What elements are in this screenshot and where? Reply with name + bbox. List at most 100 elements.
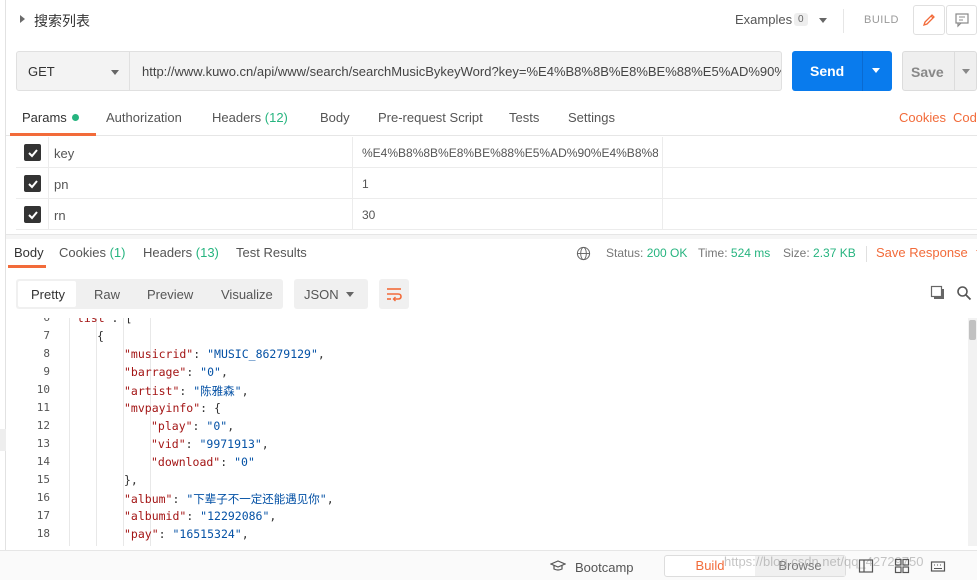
tab-headers[interactable]: Headers (12) [212, 110, 288, 125]
tab-params-label: Params [22, 110, 67, 125]
send-button[interactable]: Send [792, 51, 892, 91]
tab-response-body[interactable]: Body [14, 245, 44, 260]
param-key[interactable]: pn [54, 177, 68, 192]
tab-response-headers[interactable]: Headers (13) [143, 245, 219, 260]
examples-dropdown-icon[interactable] [819, 18, 827, 23]
code-line: 15}, [6, 471, 968, 489]
save-response-label: Save Response [876, 245, 968, 260]
graduation-cap-icon [550, 560, 566, 571]
line-number: 16 [36, 491, 50, 504]
column-divider [352, 168, 353, 199]
column-divider [352, 137, 353, 168]
code-line: 8 "musicrid": "MUSIC_86279129", [6, 345, 968, 363]
code-text: "artist": "陈雅森", [124, 384, 249, 398]
code-text: "mvpayinfo": { [124, 401, 221, 415]
cookies-link[interactable]: Cookies [899, 110, 946, 125]
response-format-tabs: Pretty Raw Preview Visualize [16, 279, 283, 309]
copy-icon[interactable] [930, 285, 946, 301]
param-checkbox[interactable] [24, 175, 41, 192]
bootcamp-link[interactable]: Bootcamp [575, 560, 634, 575]
param-value[interactable]: %E4%B8%8B%E8%BE%88%E5%AD%90%E4%B8%8... [362, 146, 658, 160]
code-text: "vid": "9971913", [151, 437, 269, 451]
examples-count-badge: 0 [794, 13, 808, 26]
params-active-dot [71, 114, 79, 121]
time-label: Time: [698, 246, 728, 260]
line-number: 10 [36, 383, 50, 396]
code-line: 17 "albumid": "12292086", [6, 507, 968, 525]
code-line: 12 "play": "0", [6, 417, 968, 435]
language-select[interactable]: JSON [294, 279, 368, 309]
active-tab-underline [8, 265, 46, 268]
line-number: 18 [36, 527, 50, 540]
send-divider [862, 51, 863, 91]
tab-body[interactable]: Body [320, 110, 350, 125]
size-value: 2.37 KB [813, 246, 856, 260]
scrollbar-thumb[interactable] [969, 320, 976, 340]
comment-icon [954, 13, 969, 28]
param-key[interactable]: key [54, 146, 74, 161]
tab-tests[interactable]: Tests [509, 110, 539, 125]
search-icon[interactable] [956, 285, 972, 301]
comments-button[interactable] [946, 5, 977, 35]
method-select[interactable]: GET [16, 51, 130, 91]
line-number: 8 [43, 347, 50, 360]
header-divider [843, 9, 844, 33]
line-number: 9 [43, 365, 50, 378]
save-response-button[interactable]: Save Response [876, 245, 977, 260]
param-value[interactable]: 30 [362, 208, 658, 222]
active-tab-underline [10, 133, 96, 136]
column-divider [662, 168, 663, 199]
tab-headers-label: Headers [212, 110, 262, 125]
response-tabs: Body Cookies (1) Headers (13) Test Resul… [6, 239, 977, 269]
tab-authorization[interactable]: Authorization [106, 110, 182, 125]
send-label: Send [810, 63, 845, 79]
column-divider [662, 199, 663, 230]
examples-label[interactable]: Examples [735, 12, 792, 27]
expand-caret-icon[interactable] [20, 15, 25, 23]
wrap-lines-button[interactable] [379, 279, 409, 309]
two-pane-icon[interactable] [858, 558, 874, 574]
keyboard-shortcuts-icon[interactable] [930, 558, 946, 574]
param-value[interactable]: 1 [362, 177, 658, 191]
code-link[interactable]: Code [953, 110, 977, 125]
send-options-chevron-icon[interactable] [872, 68, 880, 73]
save-options-chevron-icon[interactable] [962, 69, 970, 74]
response-body-editor[interactable]: 6"list": [7{8"musicrid": "MUSIC_86279129… [6, 318, 968, 546]
format-pretty[interactable]: Pretty [31, 287, 65, 302]
param-checkbox[interactable] [24, 144, 41, 161]
tab-params[interactable]: Params [22, 110, 79, 125]
request-header: 搜索列表 Examples 0 BUILD [6, 0, 977, 42]
column-divider [352, 199, 353, 230]
url-input[interactable]: http://www.kuwo.cn/api/www/search/search… [130, 51, 782, 91]
tab-resp-headers-label: Headers [143, 245, 193, 260]
format-raw[interactable]: Raw [94, 287, 120, 302]
globe-icon[interactable] [576, 246, 591, 261]
status-value: 200 OK [646, 246, 688, 260]
language-value: JSON [304, 287, 339, 302]
save-button[interactable]: Save [902, 51, 977, 91]
edit-button[interactable] [913, 5, 945, 35]
tab-settings[interactable]: Settings [568, 110, 615, 125]
layout-icon[interactable] [894, 558, 910, 574]
code-line: 6 "list": [ [6, 318, 968, 327]
code-text: "albumid": "12292086", [124, 509, 277, 523]
param-checkbox[interactable] [24, 206, 41, 223]
request-title[interactable]: 搜索列表 [34, 11, 90, 31]
code-line: 16 "album": "下辈子不一定还能遇见你", [6, 489, 968, 507]
checkmark-icon [27, 179, 38, 188]
save-divider [954, 52, 955, 90]
format-visualize[interactable]: Visualize [221, 287, 273, 302]
vertical-scrollbar[interactable] [968, 318, 977, 546]
tab-response-cookies[interactable]: Cookies (1) [59, 245, 125, 260]
column-divider [48, 137, 49, 168]
tab-prerequest-script[interactable]: Pre-request Script [378, 110, 483, 125]
status-divider [866, 246, 867, 262]
time-readout: Time: 524 ms [698, 246, 770, 260]
code-text: { [97, 329, 104, 343]
status-label: Status: [606, 246, 644, 260]
column-divider [48, 168, 49, 199]
tab-test-results[interactable]: Test Results [236, 245, 307, 260]
format-preview[interactable]: Preview [147, 287, 193, 302]
param-key[interactable]: rn [54, 208, 66, 223]
code-text: "play": "0", [151, 419, 235, 433]
